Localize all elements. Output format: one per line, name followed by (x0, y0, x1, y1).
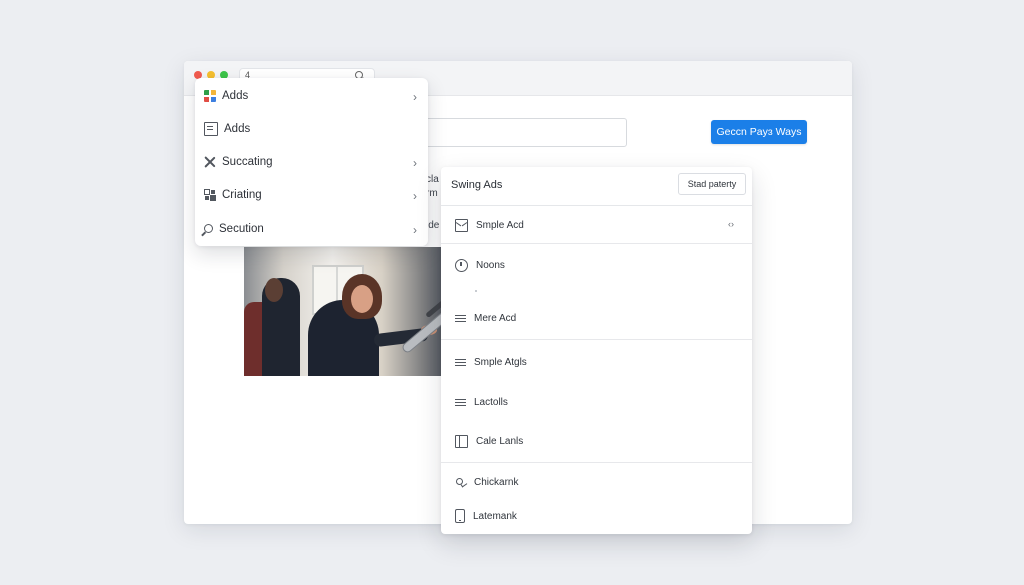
separator-dot (475, 290, 477, 292)
panel-item-label: Lactolls (474, 396, 508, 408)
lines-icon (455, 357, 466, 368)
panel-item-label: Cale Lanls (476, 435, 524, 447)
app-grid-icon (204, 90, 216, 102)
panel-title: Swing Ads (451, 179, 503, 191)
menu-item-label: Adds (222, 90, 249, 102)
photo-person-left (262, 278, 300, 376)
menu-item-label: Adds (224, 123, 251, 135)
lines-icon (455, 313, 466, 324)
code-icon[interactable]: ‹› (728, 219, 734, 229)
circle-icon (455, 258, 468, 272)
close-icon (204, 156, 216, 168)
menu-item-adds-primary[interactable]: Adds › (195, 80, 428, 112)
panel-item-smple-atgls[interactable]: Smple Atgls (441, 348, 752, 376)
phone-icon (455, 509, 465, 523)
panel-divider (441, 462, 752, 463)
search-input[interactable] (422, 118, 627, 147)
panel-item-label: Noons (476, 259, 505, 271)
lines-icon (455, 397, 466, 408)
left-dropdown-menu: Adds › Adds Succating › Criating › Secut… (195, 78, 428, 246)
chevron-right-icon: › (413, 189, 417, 203)
menu-item-criating[interactable]: Criating › (195, 179, 428, 211)
menu-item-secution[interactable]: Secution › (195, 213, 428, 245)
chevron-right-icon: › (413, 156, 417, 170)
panel-item-cale-lanls[interactable]: Cale Lanls (441, 427, 752, 455)
menu-item-label: Secution (219, 223, 264, 235)
chevron-right-icon: › (413, 90, 417, 104)
chevron-right-icon: › (413, 223, 417, 237)
panel-action-button[interactable]: Stad paterty (678, 173, 746, 195)
panel-item-mere-acd[interactable]: Mere Acd (441, 304, 752, 332)
menu-item-succating[interactable]: Succating › (195, 146, 428, 178)
book-icon (204, 122, 218, 136)
menu-item-label: Succating (222, 156, 273, 168)
panel-item-chickarnk[interactable]: Chickarnk (441, 468, 752, 496)
check-icon (455, 477, 466, 488)
panel-item-label: Latemank (473, 510, 517, 522)
mail-icon (455, 218, 468, 232)
photo-head-left (265, 278, 283, 302)
sidebar-icon (455, 434, 468, 448)
menu-item-label: Criating (222, 189, 262, 201)
photo-face (351, 285, 373, 313)
panel-item-noons[interactable]: Noons (441, 251, 752, 279)
panel-divider (441, 243, 752, 244)
partial-text-3: ide (426, 220, 440, 231)
menu-item-adds-secondary[interactable]: Adds (195, 113, 428, 145)
panel-item-label: Smple Atgls (474, 356, 527, 368)
grid-icon (204, 189, 216, 201)
panel-item-lactolls[interactable]: Lactolls (441, 388, 752, 416)
primary-action-button[interactable]: Geccn Payɜ Ways (711, 120, 807, 144)
panel-item-label: Chickarnk (474, 476, 519, 488)
swing-ads-panel: Swing Ads Stad paterty Smple Acd ‹› Noon… (441, 167, 752, 534)
panel-item-label: Smple Acd (476, 219, 524, 231)
search-icon (204, 223, 213, 233)
panel-item-latemank[interactable]: Latemank (441, 502, 752, 530)
office-photo (244, 247, 441, 376)
panel-item-label: Mere Acd (474, 312, 517, 324)
photo-rail (401, 289, 441, 353)
panel-item-smple-acd[interactable]: Smple Acd ‹› (441, 211, 752, 239)
panel-divider (441, 339, 752, 340)
photo-rail-shadow (425, 276, 441, 319)
panel-header: Swing Ads Stad paterty (441, 167, 752, 206)
